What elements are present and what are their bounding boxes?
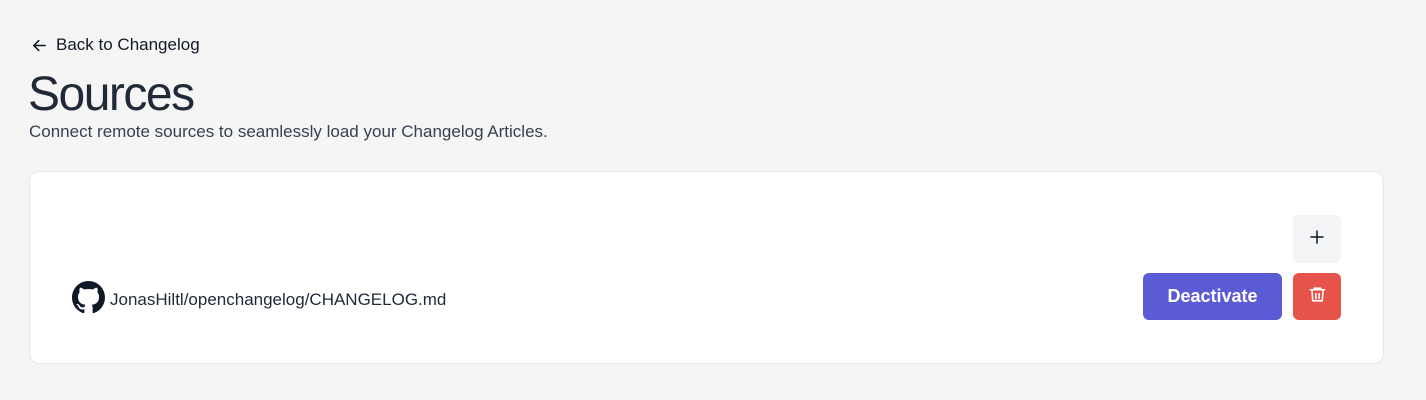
trash-icon (1308, 285, 1327, 309)
plus-icon (1308, 228, 1326, 251)
delete-source-button[interactable] (1293, 273, 1341, 320)
page-subtitle: Connect remote sources to seamlessly loa… (29, 122, 548, 141)
back-link-label: Back to Changelog (56, 35, 200, 54)
page-title: Sources (28, 68, 195, 121)
github-icon (72, 281, 105, 319)
deactivate-button[interactable]: Deactivate (1143, 273, 1282, 320)
source-item: JonasHiltl/openchangelog/CHANGELOG.md (72, 281, 446, 319)
arrow-left-icon (31, 37, 48, 54)
back-to-changelog-link[interactable]: Back to Changelog (31, 35, 200, 55)
add-source-button[interactable] (1293, 215, 1341, 263)
sources-card: JonasHiltl/openchangelog/CHANGELOG.md De… (29, 171, 1384, 364)
source-name: JonasHiltl/openchangelog/CHANGELOG.md (110, 290, 447, 309)
